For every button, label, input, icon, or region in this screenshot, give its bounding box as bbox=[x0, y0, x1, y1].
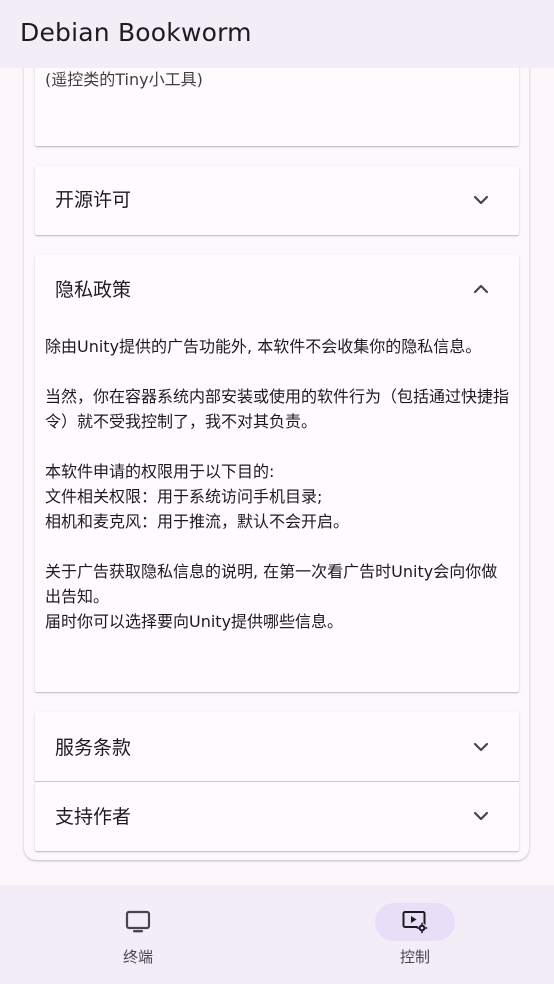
support-title: 支持作者 bbox=[55, 806, 132, 828]
privacy-title: 隐私政策 bbox=[55, 279, 132, 301]
previous-panel: (遥控类的Tiny小工具) bbox=[35, 68, 519, 146]
privacy-line: 文件相关权限：用于系统访问手机目录; bbox=[45, 487, 323, 506]
privacy-line: 届时你可以选择要向Unity提供哪些信息。 bbox=[45, 612, 344, 631]
privacy-line: 本软件申请的权限用于以下目的: bbox=[45, 462, 275, 481]
privacy-line: 关于广告获取隐私信息的说明, 在第一次看广告时Unity会向你做出告知。 bbox=[45, 562, 498, 606]
video-settings-icon bbox=[402, 910, 428, 934]
chevron-down-icon[interactable] bbox=[471, 737, 491, 757]
terms-title: 服务条款 bbox=[55, 737, 132, 759]
support-panel[interactable]: 支持作者 bbox=[35, 782, 519, 851]
nav-item-control[interactable]: 控制 bbox=[345, 903, 485, 973]
privacy-line: 当然，你在容器系统内部安装或使用的软件行为（包括通过快捷指令）就不受我控制了，我… bbox=[45, 387, 510, 431]
chevron-down-icon[interactable] bbox=[471, 806, 491, 826]
chevron-up-icon[interactable] bbox=[471, 279, 491, 299]
privacy-gap bbox=[45, 534, 509, 559]
privacy-gap bbox=[45, 359, 509, 384]
terms-panel[interactable]: 服务条款 bbox=[35, 712, 519, 782]
privacy-body: 除由Unity提供的广告功能外, 本软件不会收集你的隐私信息。 当然，你在容器系… bbox=[45, 334, 509, 634]
privacy-line: 相机和麦克风：用于推流，默认不会开启。 bbox=[45, 512, 350, 531]
main-content[interactable]: (遥控类的Tiny小工具) 开源许可 隐私政策 除由Unity提供的广告功能外,… bbox=[0, 68, 554, 885]
privacy-panel[interactable]: 隐私政策 除由Unity提供的广告功能外, 本软件不会收集你的隐私信息。 当然，… bbox=[35, 255, 519, 692]
privacy-line: 除由Unity提供的广告功能外, 本软件不会收集你的隐私信息。 bbox=[45, 337, 482, 356]
nav-label-terminal: 终端 bbox=[122, 948, 153, 966]
open-source-panel[interactable]: 开源许可 bbox=[35, 166, 519, 235]
nav-label-control: 控制 bbox=[399, 948, 430, 966]
monitor-icon bbox=[125, 910, 151, 934]
chevron-down-icon[interactable] bbox=[471, 190, 491, 210]
app-title: Debian Bookworm bbox=[20, 18, 252, 47]
nav-item-terminal[interactable]: 终端 bbox=[68, 903, 208, 973]
app-bar: Debian Bookworm bbox=[0, 0, 554, 68]
open-source-title: 开源许可 bbox=[55, 189, 132, 211]
bottom-navigation: 终端 控制 bbox=[0, 885, 554, 984]
previous-panel-text: (遥控类的Tiny小工具) bbox=[45, 70, 203, 89]
privacy-gap bbox=[45, 434, 509, 459]
